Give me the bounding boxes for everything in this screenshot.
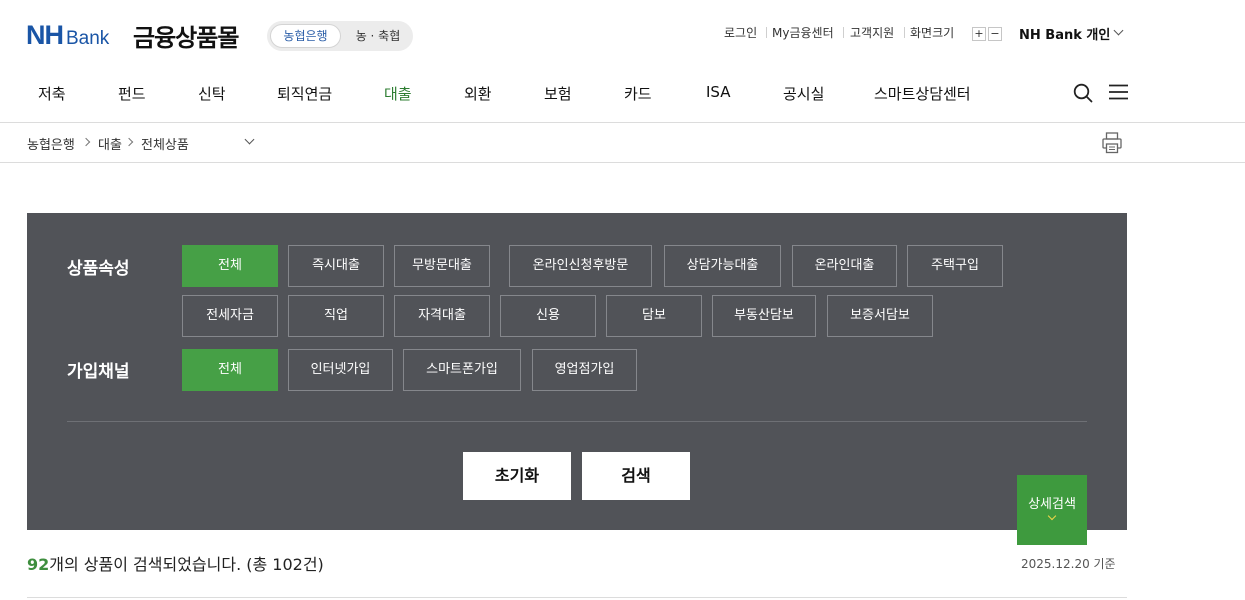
filter-panel: 상품속성 전체 즉시대출 무방문대출 온라인신청후방문 상담가능대출 온라인대출… xyxy=(27,213,1127,530)
reset-button[interactable]: 초기화 xyxy=(463,452,571,500)
channel-chip-internet[interactable]: 인터넷가입 xyxy=(288,349,393,391)
util-divider xyxy=(766,27,767,38)
my-finance-link[interactable]: My금융센터 xyxy=(772,24,834,41)
mall-title: 금융상품몰 xyxy=(133,24,239,52)
attr-chip-all[interactable]: 전체 xyxy=(182,245,278,287)
result-text: 개의 상품이 검색되었습니다. (총 102건) xyxy=(49,555,324,574)
nav-isa[interactable]: ISA xyxy=(706,83,731,101)
attr-chip-instant[interactable]: 즉시대출 xyxy=(288,245,384,287)
detail-search-label: 상세검색 xyxy=(1028,497,1076,512)
product-attribute-label: 상품속성 xyxy=(67,259,130,279)
breadcrumb: 농협은행 대출 전체상품 xyxy=(0,123,1245,163)
nav-card[interactable]: 카드 xyxy=(624,83,652,104)
result-summary: 92개의 상품이 검색되었습니다. (총 102건) xyxy=(27,551,324,575)
nav-savings[interactable]: 저축 xyxy=(38,83,66,104)
nav-pension[interactable]: 퇴직연금 xyxy=(277,83,332,104)
screen-size-label: 화면크기 xyxy=(910,26,955,40)
breadcrumb-loans[interactable]: 대출 xyxy=(98,134,122,153)
chevron-down-icon[interactable] xyxy=(1113,25,1124,36)
attr-chip-no-visit[interactable]: 무방문대출 xyxy=(394,245,490,287)
nav-loans[interactable]: 대출 xyxy=(384,83,412,104)
nav-disclosure[interactable]: 공시실 xyxy=(783,83,824,104)
chevron-right-icon xyxy=(81,137,91,147)
attr-chip-online-loan[interactable]: 온라인대출 xyxy=(792,245,897,287)
attr-chip-home-purchase[interactable]: 주택구입 xyxy=(907,245,1003,287)
attr-chip-consultable[interactable]: 상담가능대출 xyxy=(664,245,781,287)
attr-chip-real-estate[interactable]: 부동산담보 xyxy=(712,295,816,337)
logo-bank: Bank xyxy=(66,28,110,49)
segment-local-coop[interactable]: 농 · 축협 xyxy=(345,24,411,48)
nav-smart-consult[interactable]: 스마트상담센터 xyxy=(874,83,971,104)
hamburger-menu-icon[interactable] xyxy=(1109,84,1128,100)
attr-chip-guarantee[interactable]: 보증서담보 xyxy=(827,295,933,337)
zoom-in-button[interactable]: + xyxy=(972,27,986,41)
nh-bank-logo[interactable]: NH Bank xyxy=(26,20,109,51)
logo-nh: NH xyxy=(26,20,64,50)
panel-divider xyxy=(67,421,1087,422)
account-type-selector[interactable]: NH Bank 개인 xyxy=(1019,24,1110,43)
support-link[interactable]: 고객지원 xyxy=(850,24,894,41)
main-navigation: 저축 펀드 신탁 퇴직연금 대출 외환 보험 카드 ISA 공시실 스마트상담센… xyxy=(0,66,1245,123)
attr-chip-collateral[interactable]: 담보 xyxy=(606,295,702,337)
util-divider xyxy=(843,27,844,38)
detail-search-button[interactable]: 상세검색 xyxy=(1017,475,1087,545)
nav-funds[interactable]: 펀드 xyxy=(118,83,146,104)
util-divider xyxy=(904,27,905,38)
nav-insurance[interactable]: 보험 xyxy=(544,83,572,104)
channel-chip-all[interactable]: 전체 xyxy=(182,349,278,391)
attr-chip-online-apply-visit[interactable]: 온라인신청후방문 xyxy=(509,245,652,287)
attr-chip-occupation[interactable]: 직업 xyxy=(288,295,384,337)
nav-trust[interactable]: 신탁 xyxy=(198,83,226,104)
chevron-right-icon xyxy=(124,137,134,147)
channel-chip-smartphone[interactable]: 스마트폰가입 xyxy=(403,349,521,391)
channel-chip-branch[interactable]: 영업점가입 xyxy=(532,349,637,391)
channel-label: 가입채널 xyxy=(67,362,130,382)
segment-nh-bank[interactable]: 농협은행 xyxy=(270,24,341,48)
bank-segment-toggle: 농협은행 농 · 축협 xyxy=(267,21,413,51)
breadcrumb-current[interactable]: 전체상품 xyxy=(141,134,189,153)
zoom-out-button[interactable]: − xyxy=(988,27,1002,41)
print-icon[interactable] xyxy=(1102,132,1122,154)
attr-chip-jeonse[interactable]: 전세자금 xyxy=(182,295,278,337)
login-link[interactable]: 로그인 xyxy=(724,24,757,41)
result-divider xyxy=(27,597,1127,598)
breadcrumb-dropdown-icon[interactable] xyxy=(244,134,255,145)
attr-chip-credit[interactable]: 신용 xyxy=(500,295,596,337)
chevron-down-icon xyxy=(1047,511,1057,521)
result-count: 92 xyxy=(27,555,50,574)
nav-foreign-exchange[interactable]: 외환 xyxy=(464,83,492,104)
search-button[interactable]: 검색 xyxy=(582,452,690,500)
top-header: NH Bank 금융상품몰 농협은행 농 · 축협 로그인 My금융센터 고객지… xyxy=(0,0,1245,66)
search-icon[interactable] xyxy=(1073,83,1093,103)
attr-chip-qualification[interactable]: 자격대출 xyxy=(394,295,490,337)
breadcrumb-home[interactable]: 농협은행 xyxy=(27,134,75,153)
basis-date: 2025.12.20 기준 xyxy=(1021,557,1116,571)
